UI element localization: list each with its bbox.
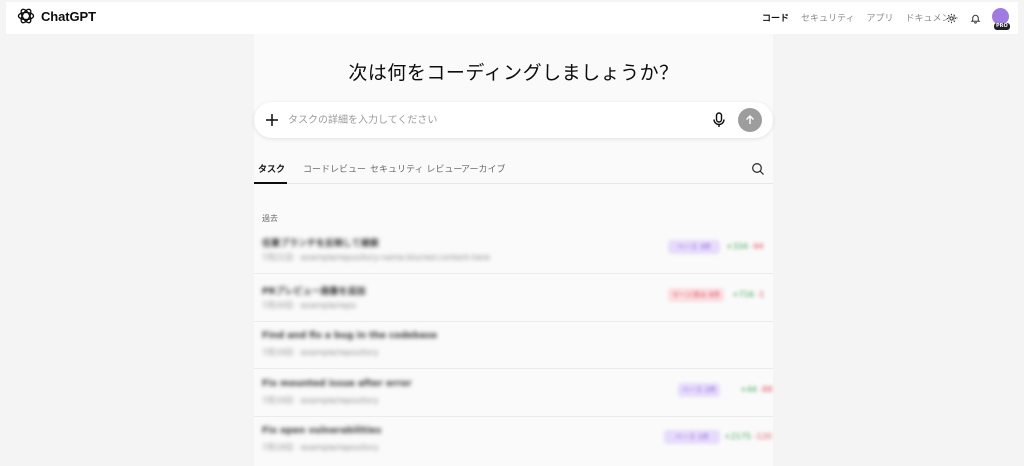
diff-additions: +334 [726,242,748,251]
task-status-badge: ベース 3件 [668,240,720,254]
top-icons: PRO [944,8,1010,30]
search-icon[interactable] [751,162,765,176]
arrow-up-icon [746,115,754,124]
tab-security-review[interactable]: セキュリティ レビュー [370,162,462,175]
gear-icon[interactable] [944,11,958,25]
send-button[interactable] [738,108,762,132]
diff-deletions: -94 [750,242,764,251]
active-tab-indicator [254,182,287,184]
diff-additions: +2175 [724,432,752,441]
task-diff-stats: +334 -94 [726,242,764,251]
plus-icon[interactable] [264,112,280,128]
task-status-badge: ベース 2件 [678,382,720,397]
nav-item-security[interactable]: セキュリティ [801,11,854,24]
nav-item-apps[interactable]: アプリ [866,11,893,24]
diff-deletions: -88 [759,384,773,394]
task-meta: 7月19日 · example/repository [262,395,379,405]
task-status-badge: マージ済み 8件 [668,287,724,302]
section-label-past: 過去 [262,214,278,223]
top-bar: ChatGPT コード セキュリティ アプリ ドキュメント PRO [6,2,1018,34]
bell-icon[interactable] [968,11,982,25]
task-tabs: タスク コードレビュー セキュリティ レビュー アーカイブ [254,154,773,184]
diff-deletions: -1 [756,289,765,299]
tab-tasks[interactable]: タスク [258,162,285,175]
task-meta: 7月20日 · example/repo [262,300,357,310]
task-meta: 7月19日 · example/repository [262,348,379,357]
diff-additions: +716 [732,289,754,299]
openai-logo-icon [17,8,35,24]
task-status-badge: ベース 1件 [664,430,720,444]
pro-badge: PRO [994,23,1010,30]
microphone-icon[interactable] [712,112,726,128]
task-row[interactable]: Fix mounted issue after error 7月19日 · exa… [254,369,773,417]
tab-code-review[interactable]: コードレビュー [303,162,366,175]
page-title: 次は何をコーディングしましょうか？ [348,62,679,84]
task-title: Fix mounted issue after error [262,378,412,389]
task-meta: 7月19日 · example/repository [262,443,379,452]
user-avatar[interactable]: PRO [992,8,1010,30]
task-row[interactable]: PRプレビュー画像を追加 7月20日 · example/repo マージ済み 8件… [254,274,773,322]
task-diff-stats: +2175 -120 [724,432,772,441]
task-diff-stats: +44 -88 [740,385,773,394]
task-diff-stats: +716 -1 [732,290,765,299]
task-input[interactable] [288,110,698,130]
main-panel: 次は何をコーディングしましょうか？ タスク コードレビュー セキュリティ レビュ… [254,34,773,466]
brand-name: ChatGPT [41,8,96,24]
task-title: 任意ブランチを反映して検索 [262,239,379,249]
task-title: Find and fix a bug in the codebase [262,331,438,341]
diff-additions: +44 [740,384,757,394]
task-title: PRプレビュー画像を追加 [262,286,366,297]
task-title: Fix open vulnerabilities [262,426,382,436]
task-meta: 7月21日 · example/repository-name-blurred-… [262,253,490,262]
task-row[interactable]: Fix open vulnerabilities 7月19日 · example/… [254,416,773,464]
diff-deletions: -120 [753,432,772,441]
task-composer [254,102,773,138]
brand[interactable]: ChatGPT [16,6,96,26]
top-nav: コード セキュリティ アプリ ドキュメント [762,11,960,24]
tab-archive[interactable]: アーカイブ [461,162,505,175]
task-row[interactable]: Find and fix a bug in the codebase 7月19日 … [254,321,773,369]
task-row[interactable]: 任意ブランチを反映して検索 7月21日 · example/repository-… [254,226,773,274]
nav-item-code[interactable]: コード [762,11,789,24]
